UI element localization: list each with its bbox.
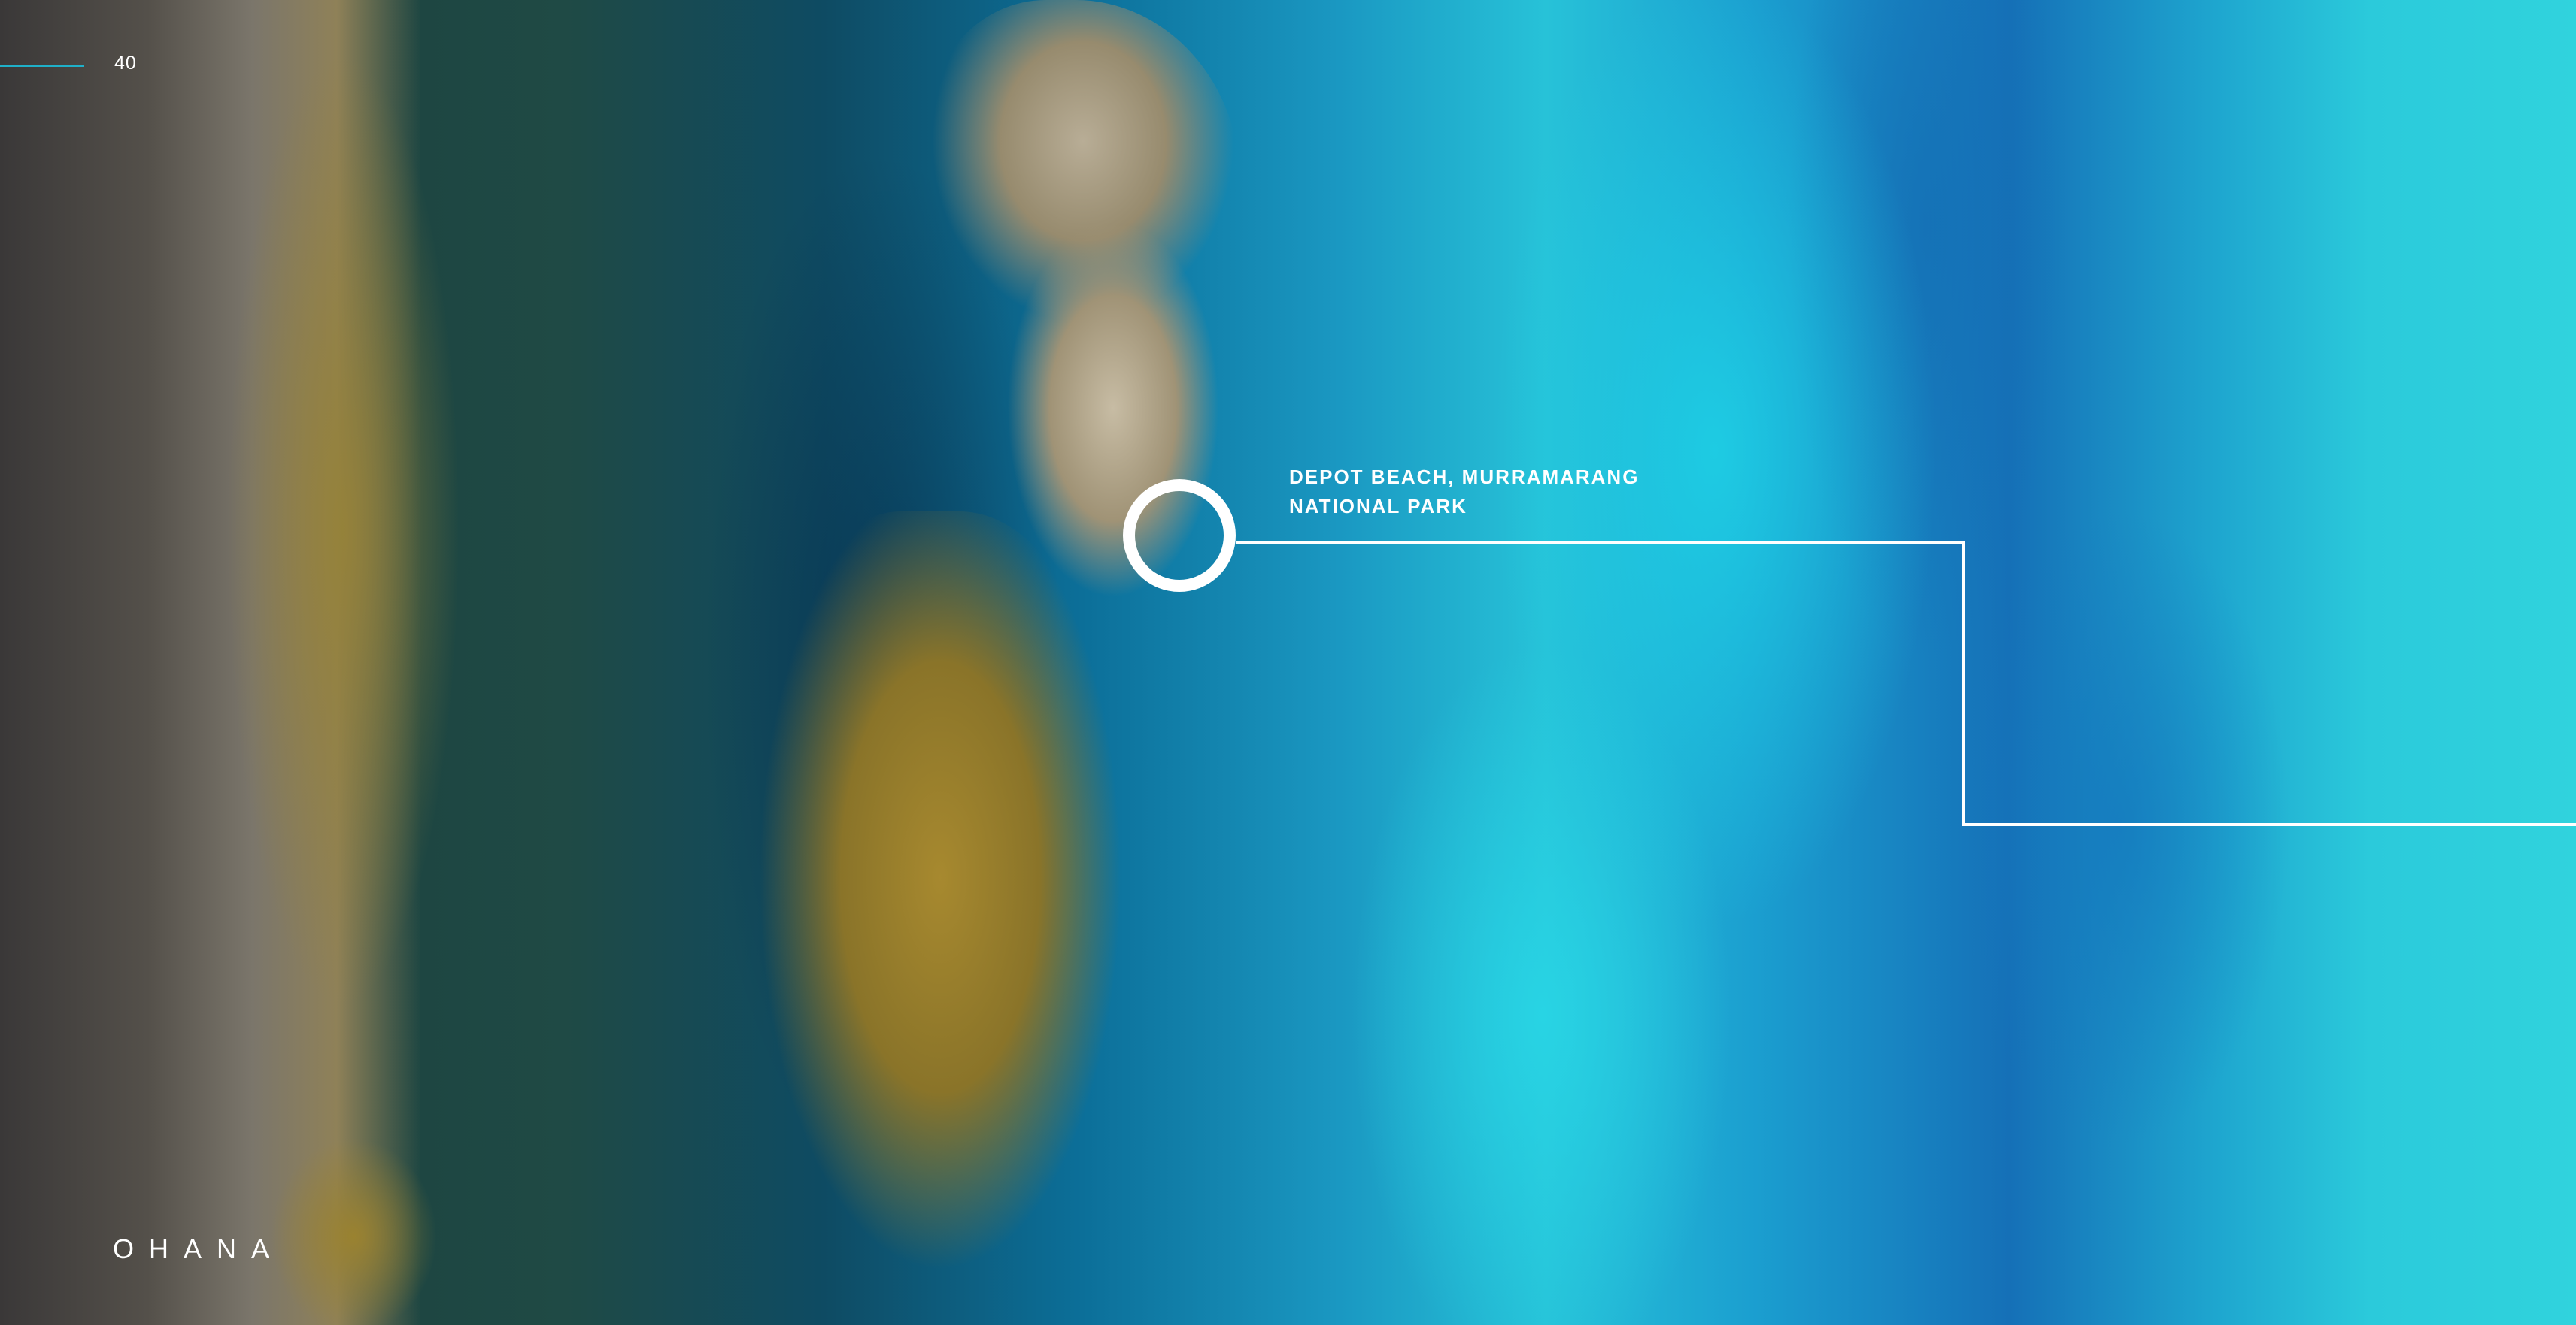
brand-wordmark: OHANA <box>113 1233 285 1264</box>
header-rule <box>0 65 84 67</box>
caption-line-1: DEPOT BEACH, MURRAMARANG <box>1289 465 1640 488</box>
caption-line-2: NATIONAL PARK <box>1289 495 1467 517</box>
brochure-page: 40 DEPOT BEACH, MURRAMARANG NATIONAL PAR… <box>0 0 2576 1325</box>
location-ring-icon <box>1123 479 1236 592</box>
aerial-coast-photo <box>0 0 2576 1325</box>
mossy-rock-island <box>745 511 1136 1325</box>
page-number: 40 <box>114 53 137 74</box>
seaweed-shelf <box>226 0 617 1325</box>
rock-outcrop-bottom <box>263 1128 444 1325</box>
location-caption: DEPOT BEACH, MURRAMARANG NATIONAL PARK <box>1289 462 1639 521</box>
